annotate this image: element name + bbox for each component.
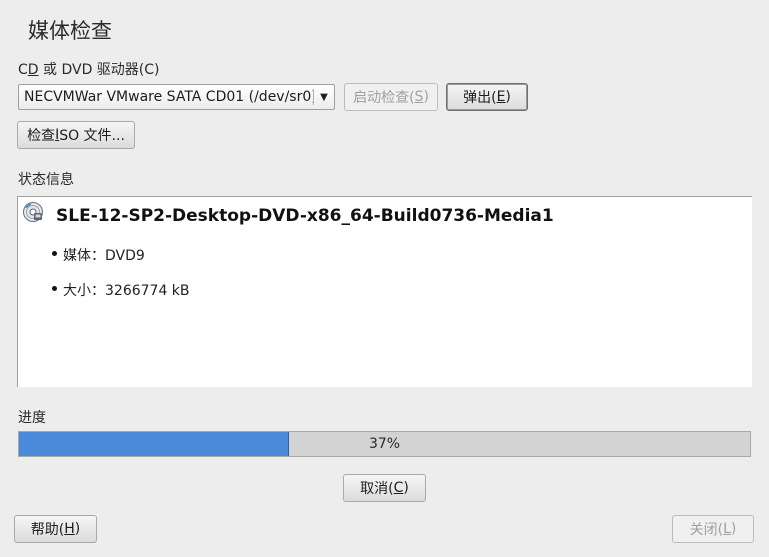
status-info-label: 状态信息	[18, 172, 74, 188]
status-info-panel: SLE-12-SP2-Desktop-DVD-x86_64-Build0736-…	[17, 196, 752, 387]
disc-icon	[23, 202, 43, 222]
bullet-icon	[52, 285, 57, 291]
cancel-button[interactable]: 取消(C)	[343, 474, 426, 502]
start-check-button[interactable]: 启动检查(S)	[344, 83, 438, 111]
close-button[interactable]: 关闭(L)	[672, 515, 754, 543]
check-iso-file-button[interactable]: 检查 I SO 文件...	[17, 121, 135, 149]
drive-select-value: NECVMWar VMware SATA CD01 (/dev/sr0)	[24, 89, 313, 105]
chevron-down-icon[interactable]: ▼	[314, 85, 334, 109]
dialog-title: 媒体检查	[28, 19, 112, 43]
progress-percent: 37%	[368, 436, 401, 452]
media-type-item: 媒体：DVD9	[52, 245, 145, 265]
media-title: SLE-12-SP2-Desktop-DVD-x86_64-Build0736-…	[56, 206, 554, 226]
drive-select[interactable]: NECVMWar VMware SATA CD01 (/dev/sr0) ▼	[18, 84, 335, 110]
help-button[interactable]: 帮助(H)	[14, 515, 97, 543]
progress-bar: 37%	[18, 431, 751, 457]
drive-label: CD 或 DVD 驱动器(C)	[18, 62, 160, 78]
progress-label: 进度	[18, 410, 46, 426]
media-check-dialog: 媒体检查 CD 或 DVD 驱动器(C) NECVMWar VMware SAT…	[0, 0, 769, 557]
eject-button[interactable]: 弹出(E)	[446, 83, 528, 111]
bullet-icon	[52, 250, 57, 256]
media-size-item: 大小：3266774 kB	[52, 280, 190, 300]
